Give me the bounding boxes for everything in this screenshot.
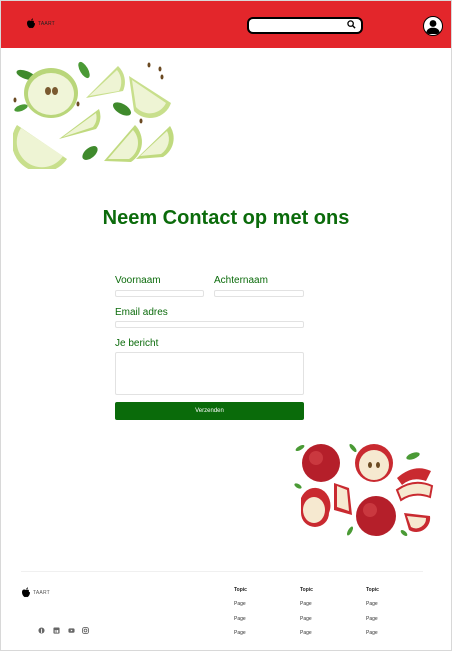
linkedin-icon[interactable] — [53, 627, 60, 634]
logo[interactable]: TAART — [26, 18, 55, 29]
footer-logo[interactable]: TAART — [21, 587, 50, 598]
instagram-icon[interactable] — [82, 627, 89, 634]
footer-column-title: Topic — [366, 587, 379, 593]
page-title: Neem Contact op met ons — [102, 207, 350, 229]
last-name-label: Achternaam — [214, 275, 268, 286]
email-field[interactable] — [115, 321, 304, 328]
footer-link[interactable]: Page — [366, 630, 378, 636]
first-name-label: Voornaam — [115, 275, 161, 286]
logo-text: TAART — [38, 20, 55, 27]
footer-link[interactable]: Page — [300, 630, 312, 636]
footer-column-title: Topic — [234, 587, 247, 593]
page: TAART Neem Contact op met ons Voornaam A… — [0, 0, 452, 651]
first-name-field[interactable] — [115, 290, 204, 297]
header: TAART — [1, 1, 451, 48]
footer-link[interactable]: Page — [300, 616, 312, 622]
footer-link[interactable]: Page — [300, 601, 312, 607]
message-field[interactable] — [115, 352, 304, 395]
footer-column-title: Topic — [300, 587, 313, 593]
last-name-field[interactable] — [214, 290, 304, 297]
apple-logo-icon — [22, 587, 30, 598]
green-apple-slices-image — [13, 61, 174, 169]
message-label: Je bericht — [115, 338, 159, 349]
footer-link[interactable]: Page — [234, 616, 246, 622]
youtube-icon[interactable] — [68, 627, 75, 634]
submit-button[interactable]: Verzenden — [115, 402, 304, 420]
apple-logo-icon — [27, 18, 35, 29]
footer-link[interactable]: Page — [366, 616, 378, 622]
footer-link[interactable]: Page — [234, 601, 246, 607]
search-icon[interactable] — [347, 20, 356, 29]
email-label: Email adres — [115, 307, 168, 318]
search-bar[interactable] — [247, 17, 363, 34]
user-avatar-icon[interactable] — [423, 16, 443, 36]
facebook-icon[interactable] — [38, 627, 45, 634]
footer-link[interactable]: Page — [366, 601, 378, 607]
footer-link[interactable]: Page — [234, 630, 246, 636]
search-input[interactable] — [249, 19, 361, 32]
footer-divider — [21, 571, 423, 572]
footer-logo-text: TAART — [33, 589, 50, 596]
red-apples-image — [294, 443, 434, 536]
